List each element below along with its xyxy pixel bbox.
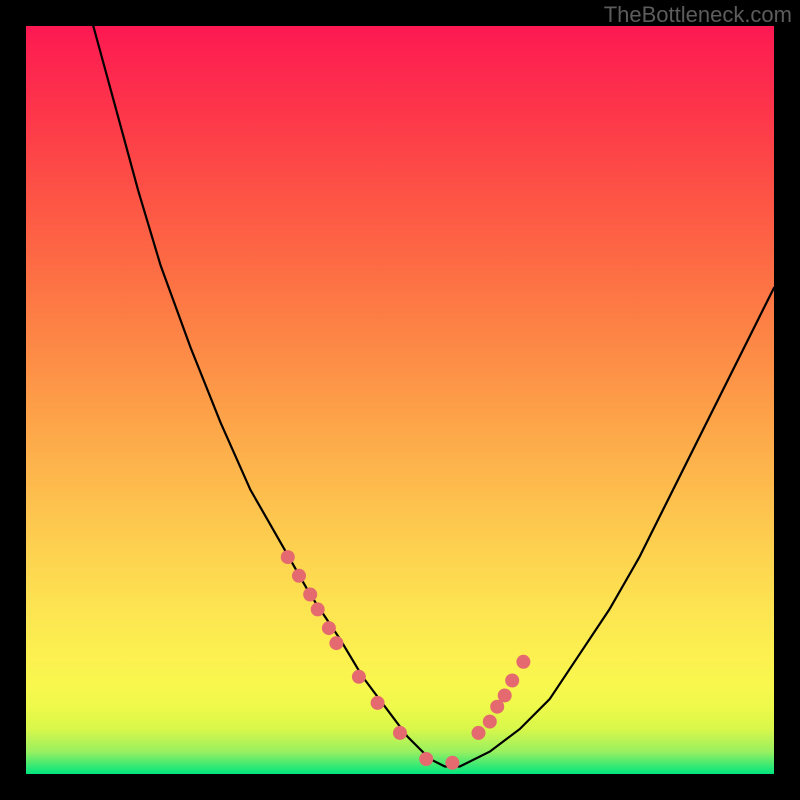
chart-canvas bbox=[26, 26, 774, 774]
data-point bbox=[491, 700, 504, 713]
data-point bbox=[322, 622, 335, 635]
bottleneck-chart bbox=[26, 26, 774, 774]
outer-frame: TheBottleneck.com bbox=[0, 0, 800, 800]
data-point bbox=[371, 696, 384, 709]
data-point bbox=[304, 588, 317, 601]
data-point bbox=[330, 637, 343, 650]
watermark-text: TheBottleneck.com bbox=[604, 2, 792, 28]
data-point bbox=[517, 655, 530, 668]
data-point bbox=[506, 674, 519, 687]
data-point bbox=[352, 670, 365, 683]
data-point bbox=[483, 715, 496, 728]
data-point bbox=[293, 569, 306, 582]
data-point bbox=[394, 726, 407, 739]
data-point bbox=[420, 753, 433, 766]
data-point bbox=[498, 689, 511, 702]
data-point bbox=[311, 603, 324, 616]
data-point bbox=[446, 756, 459, 769]
data-point bbox=[281, 551, 294, 564]
data-point bbox=[472, 726, 485, 739]
